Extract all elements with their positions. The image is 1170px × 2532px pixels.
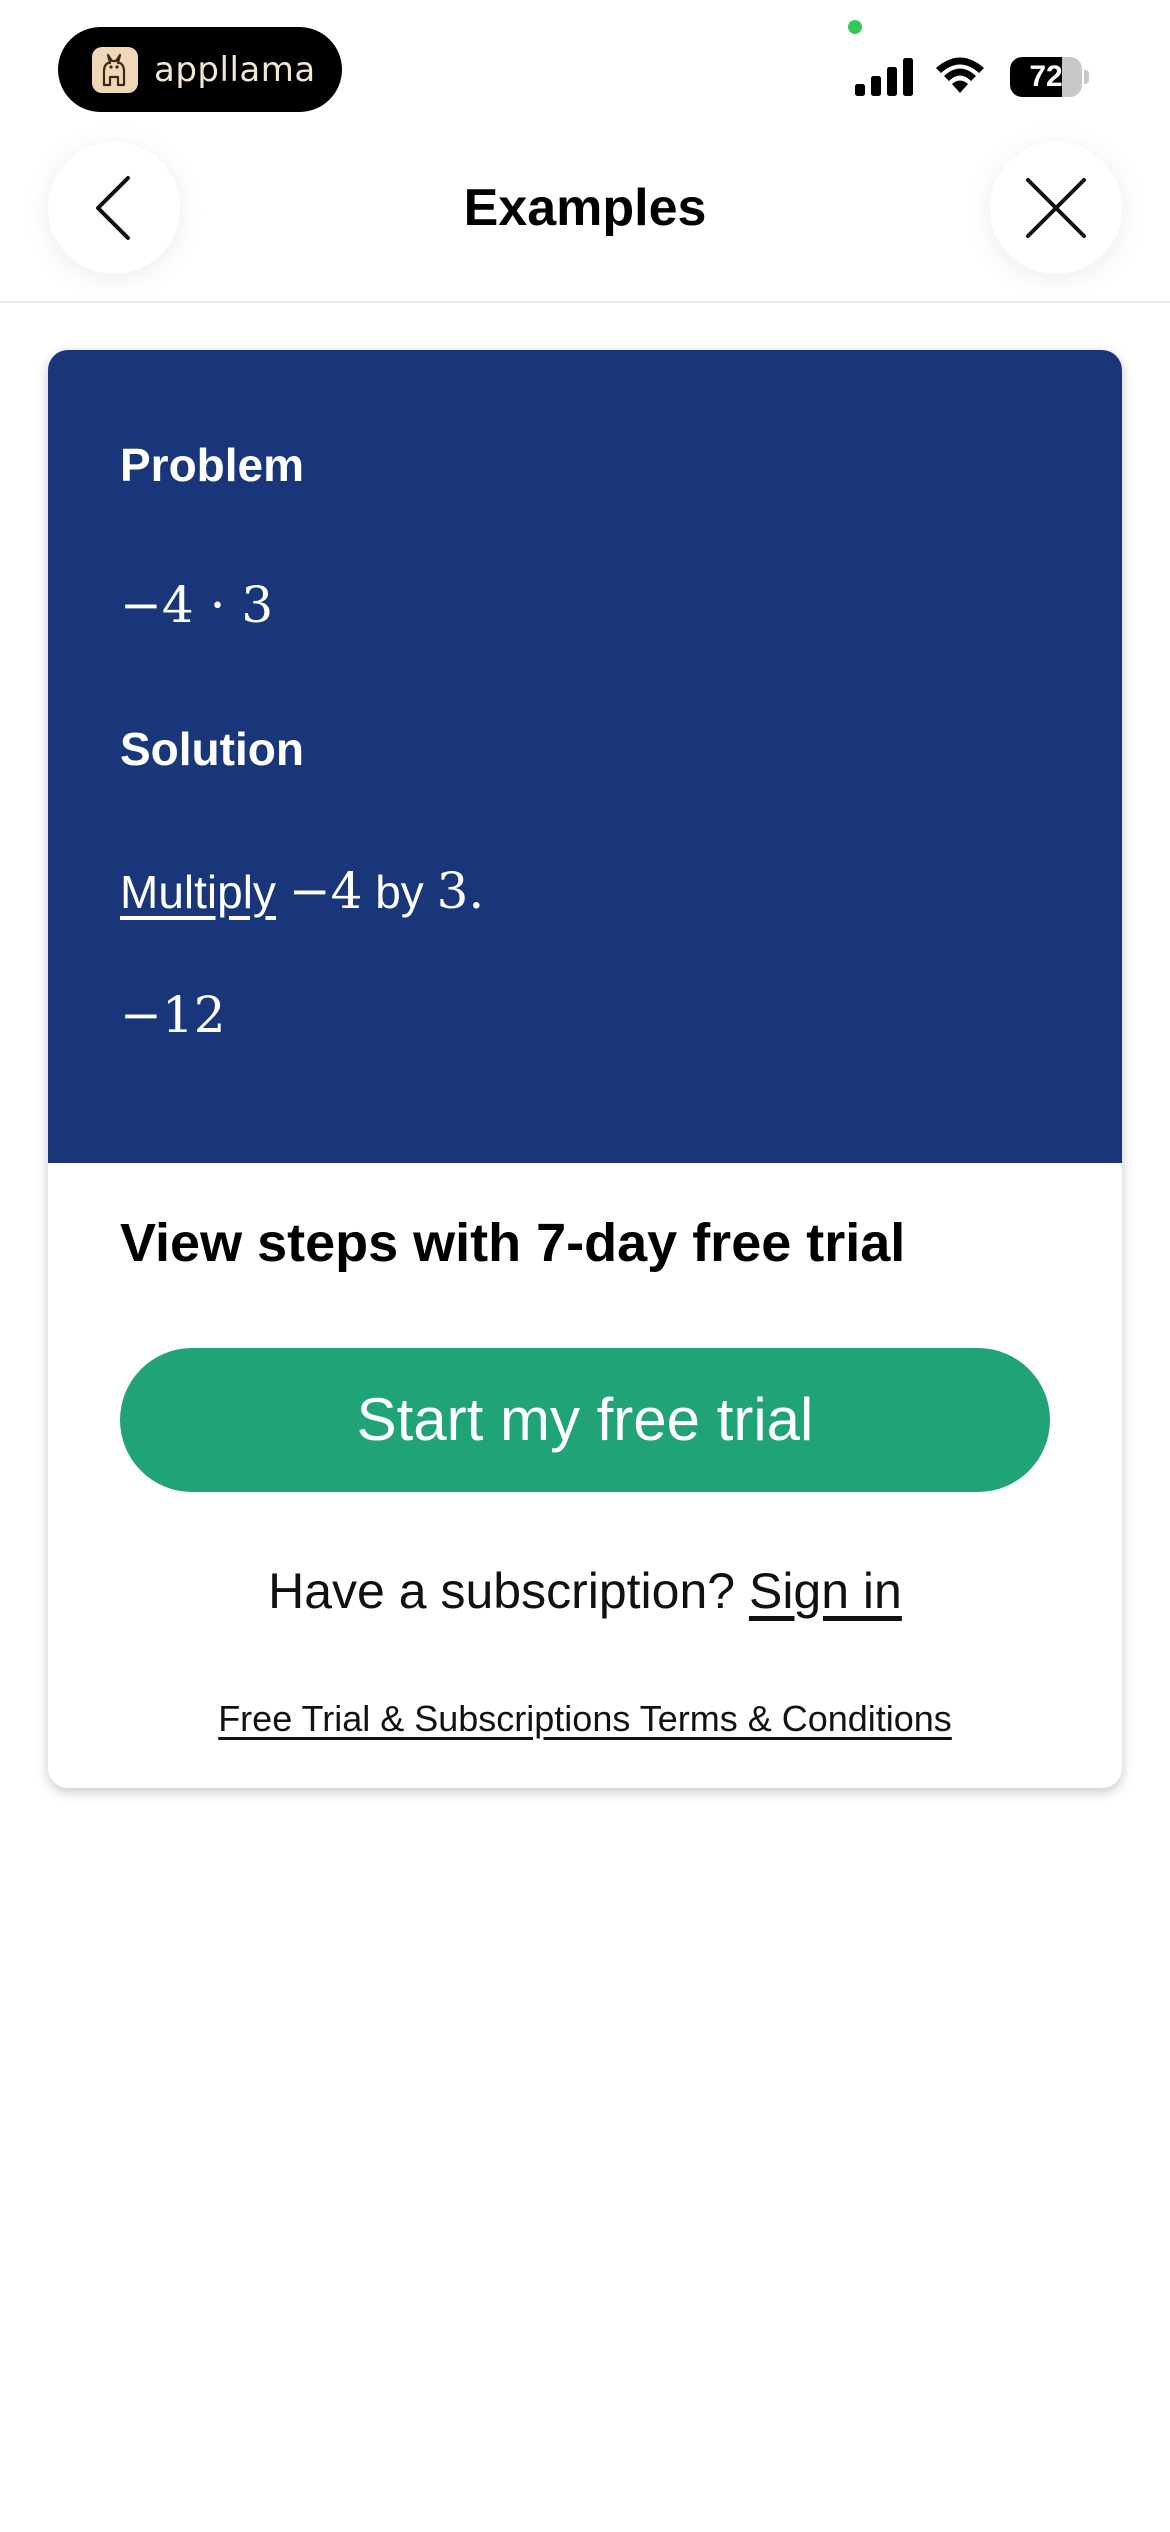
wifi-icon — [936, 57, 984, 93]
battery-body: 72 — [1010, 57, 1082, 97]
example-panel: Problem −4 · 3 Solution Multiply −4 by 3… — [48, 350, 1122, 1163]
status-bar: appllama 72 — [0, 0, 1170, 130]
subscription-prompt-line: Have a subscription? Sign in — [48, 1562, 1122, 1620]
privacy-indicator-dot — [848, 20, 862, 34]
cellular-signal-icon — [855, 58, 913, 96]
trial-heading: View steps with 7-day free trial — [120, 1213, 906, 1273]
battery-tip — [1084, 70, 1089, 84]
solution-terminal: . — [468, 862, 485, 920]
solution-operand-a: −4 — [288, 862, 363, 920]
solution-label: Solution — [120, 723, 304, 775]
app-indicator-pill[interactable]: appllama — [58, 27, 342, 112]
multiply-definition-link[interactable]: Multiply — [120, 866, 276, 918]
battery-icon: 72 — [1010, 57, 1089, 97]
app-indicator-name: appllama — [154, 49, 316, 90]
battery-percentage: 72 — [1029, 60, 1063, 93]
solution-result: −12 — [120, 986, 226, 1044]
problem-expression: −4 · 3 — [120, 576, 274, 634]
close-icon — [1026, 178, 1086, 238]
solution-operand-b: 3 — [436, 862, 469, 920]
sign-in-link[interactable]: Sign in — [749, 1563, 902, 1619]
solution-step: Multiply −4 by 3. — [120, 862, 484, 920]
page: appllama 72 Examples Problem −4 · 3 Solu… — [0, 0, 1170, 2532]
navigation-header: Examples — [0, 130, 1170, 303]
close-button[interactable] — [990, 142, 1122, 274]
terms-conditions-link[interactable]: Free Trial & Subscriptions Terms & Condi… — [48, 1698, 1122, 1740]
problem-label: Problem — [120, 439, 305, 491]
solution-connector: by — [375, 866, 424, 918]
start-free-trial-button[interactable]: Start my free trial — [120, 1348, 1050, 1492]
llama-logo-icon — [92, 46, 138, 93]
example-card: Problem −4 · 3 Solution Multiply −4 by 3… — [48, 350, 1122, 1788]
subscription-prompt: Have a subscription? — [268, 1563, 736, 1619]
